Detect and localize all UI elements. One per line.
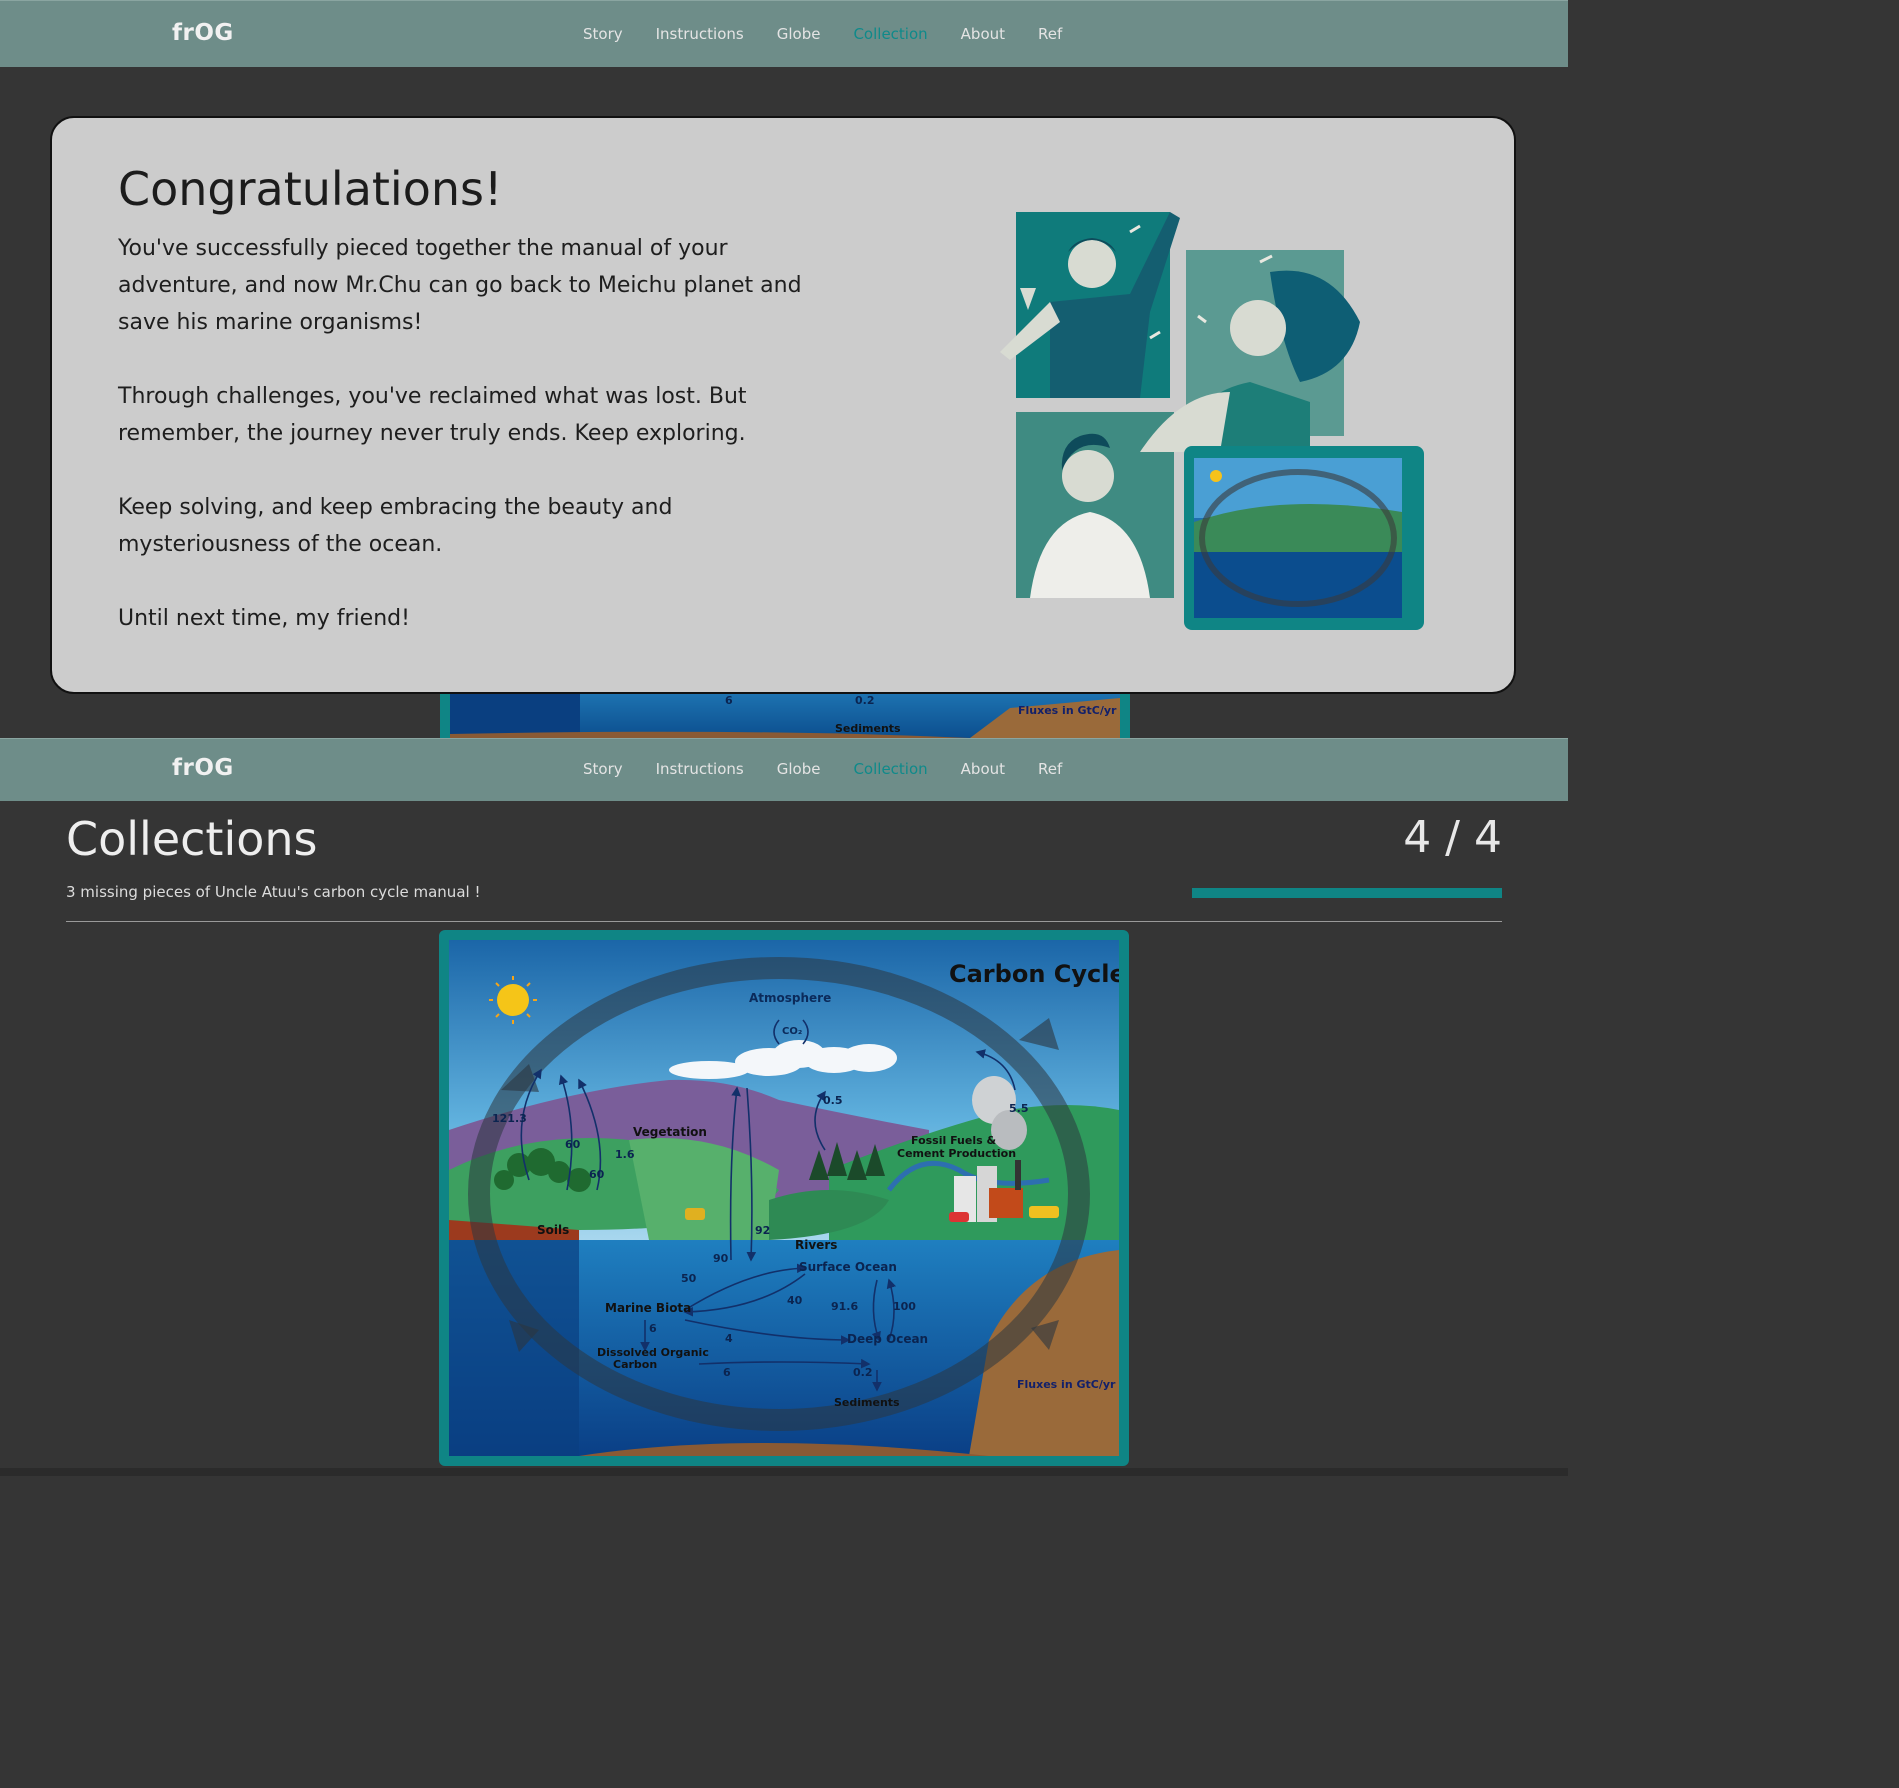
celebration-illustration	[1000, 212, 1424, 630]
diagram-peek: 6 0.2 Sediments Fluxes in GtC/yr	[440, 694, 1130, 738]
modal-title: Congratulations!	[118, 162, 503, 216]
label-soils: Soils	[537, 1223, 569, 1237]
collections-subtitle: 3 missing pieces of Uncle Atuu's carbon …	[66, 883, 481, 901]
nav-link-story-2[interactable]: Story	[583, 760, 623, 778]
divider	[66, 921, 1502, 922]
carbon-cycle-card[interactable]: Carbon Cycle Atmosphere CO₂ Vegetation S…	[439, 930, 1129, 1466]
nav-link-instructions-2[interactable]: Instructions	[656, 760, 744, 778]
collections-count: 4 / 4	[1403, 812, 1502, 863]
value-5-5: 5.5	[1009, 1102, 1029, 1115]
peek-sediments: Sediments	[835, 722, 901, 735]
value-1-6: 1.6	[615, 1148, 635, 1161]
top-navbar: frOG Story Instructions Globe Collection…	[0, 0, 1568, 67]
nav-link-story[interactable]: Story	[583, 25, 623, 43]
label-deep-ocean: Deep Ocean	[847, 1332, 928, 1346]
label-surface-ocean: Surface Ocean	[799, 1260, 897, 1274]
modal-paragraph-1: You've successfully pieced together the …	[118, 236, 802, 335]
label-atmosphere: Atmosphere	[749, 991, 831, 1005]
diagram-title: Carbon Cycle	[949, 960, 1119, 988]
nav-link-ref-2[interactable]: Ref	[1038, 760, 1062, 778]
nav-link-instructions[interactable]: Instructions	[656, 25, 744, 43]
value-90: 90	[713, 1252, 729, 1265]
value-100: 100	[893, 1300, 916, 1313]
modal-paragraph-3: Keep solving, and keep embracing the bea…	[118, 495, 673, 557]
collection-progress-bar	[1192, 888, 1502, 898]
progress-fill	[1192, 888, 1502, 898]
page-bottom-edge	[0, 1468, 1568, 1476]
peek-value-6: 6	[725, 694, 733, 707]
value-0-5: 0.5	[823, 1094, 843, 1107]
value-0-2: 0.2	[853, 1366, 873, 1379]
carbon-cycle-image: Carbon Cycle Atmosphere CO₂ Vegetation S…	[449, 940, 1119, 1456]
nav-link-globe[interactable]: Globe	[777, 25, 821, 43]
value-50: 50	[681, 1272, 697, 1285]
value-92: 92	[755, 1224, 770, 1237]
value-6-b: 6	[723, 1366, 731, 1379]
nav-link-collection-2[interactable]: Collection	[853, 760, 927, 778]
label-fluxes: Fluxes in GtC/yr	[1017, 1378, 1116, 1391]
nav-link-about[interactable]: About	[961, 25, 1005, 43]
value-121-3: 121.3	[492, 1112, 527, 1125]
congratulations-modal: Congratulations! You've successfully pie…	[50, 116, 1516, 694]
label-sediments: Sediments	[834, 1396, 900, 1409]
nav-links: Story Instructions Globe Collection Abou…	[583, 25, 1062, 43]
peek-value-02: 0.2	[855, 694, 875, 707]
label-fossil-1: Fossil Fuels &	[911, 1134, 996, 1147]
label-doc-2: Carbon	[613, 1358, 657, 1371]
label-fossil-2: Cement Production	[897, 1147, 1016, 1160]
value-4: 4	[725, 1332, 733, 1345]
nav-link-collection[interactable]: Collection	[853, 25, 927, 43]
nav-links-2: Story Instructions Globe Collection Abou…	[583, 760, 1062, 778]
collection-navbar: frOG Story Instructions Globe Collection…	[0, 738, 1568, 801]
brand-logo[interactable]: frOG	[172, 20, 234, 46]
nav-link-about-2[interactable]: About	[961, 760, 1005, 778]
value-60-b: 60	[589, 1168, 605, 1181]
label-vegetation: Vegetation	[633, 1125, 707, 1139]
label-marine-biota: Marine Biota	[605, 1301, 691, 1315]
label-co2: CO₂	[782, 1026, 802, 1037]
brand-logo-2[interactable]: frOG	[172, 755, 234, 781]
value-6-a: 6	[649, 1322, 657, 1335]
modal-paragraph-4: Until next time, my friend!	[118, 606, 410, 631]
value-60-a: 60	[565, 1138, 581, 1151]
peek-fluxes: Fluxes in GtC/yr	[1018, 704, 1117, 717]
label-rivers: Rivers	[795, 1238, 837, 1252]
modal-paragraph-2: Through challenges, you've reclaimed wha…	[118, 384, 747, 446]
carbon-cycle-diagram: Carbon Cycle Atmosphere CO₂ Vegetation S…	[449, 940, 1119, 1456]
value-91-6: 91.6	[831, 1300, 858, 1313]
nav-link-ref[interactable]: Ref	[1038, 25, 1062, 43]
nav-link-globe-2[interactable]: Globe	[777, 760, 821, 778]
collections-title: Collections	[66, 812, 318, 866]
value-40: 40	[787, 1294, 803, 1307]
diagram-peek-art: 6 0.2 Sediments Fluxes in GtC/yr	[450, 694, 1120, 738]
